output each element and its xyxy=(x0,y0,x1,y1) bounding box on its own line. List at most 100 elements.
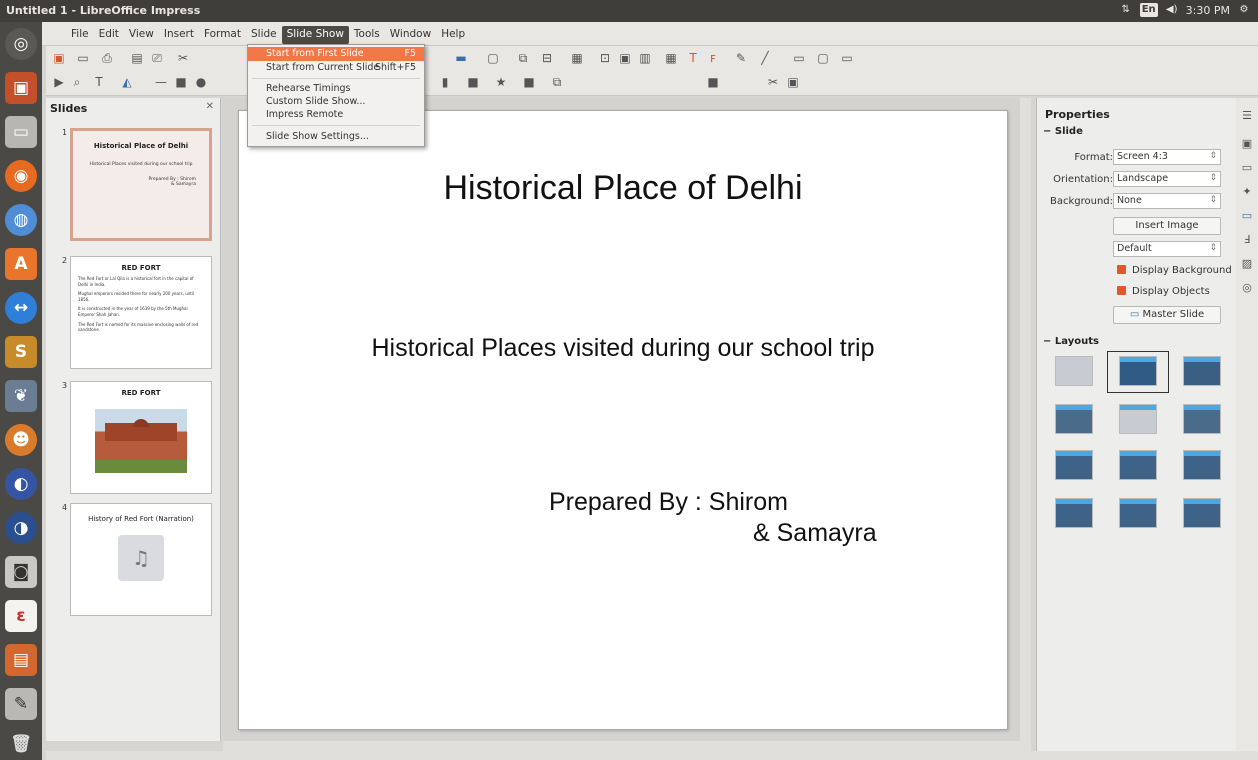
menu-item-rehearse-timings[interactable]: Rehearse Timings xyxy=(248,82,424,96)
network-icon[interactable]: ⇅ xyxy=(1120,3,1132,17)
firefox-icon[interactable]: ◉ xyxy=(5,160,37,192)
master-page-select[interactable]: Default xyxy=(1113,241,1221,257)
epoptes-icon[interactable]: ε xyxy=(5,600,37,632)
comment-icon[interactable]: ▭ xyxy=(840,51,854,65)
dash-home-icon[interactable]: ◎ xyxy=(5,28,37,60)
insert-image-button[interactable]: Insert Image xyxy=(1113,217,1221,235)
menu-window[interactable]: Window xyxy=(385,26,436,44)
text-editor-icon[interactable]: ✎ xyxy=(5,688,37,720)
chromium-icon[interactable]: ◍ xyxy=(5,204,37,236)
duplicate-slide-icon[interactable]: ⧉ xyxy=(516,51,530,65)
insert-image-icon[interactable]: ⊡ xyxy=(598,51,612,65)
marble-icon[interactable]: ◐ xyxy=(5,468,37,500)
display-objects-checkbox[interactable]: Display Objects xyxy=(1117,286,1210,297)
ellipse-icon[interactable]: ● xyxy=(194,75,208,89)
layout-title-slide[interactable] xyxy=(1119,356,1157,386)
volume-icon[interactable]: ◀) xyxy=(1166,3,1178,17)
orientation-select[interactable]: Landscape xyxy=(1113,171,1221,187)
save-icon[interactable]: ⎙ xyxy=(100,51,114,65)
print-icon[interactable]: ⎚ xyxy=(150,51,164,65)
menu-insert[interactable]: Insert xyxy=(159,26,199,44)
layout-6-content[interactable] xyxy=(1183,498,1221,528)
files-icon[interactable]: ▭ xyxy=(5,116,37,148)
master-slide-button[interactable]: ▭ Master Slide xyxy=(1113,306,1221,324)
animation-icon[interactable]: ✦ xyxy=(1241,186,1253,198)
new-icon[interactable]: ▣ xyxy=(52,51,66,65)
pen-icon[interactable]: ✎ xyxy=(734,51,748,65)
menu-view[interactable]: View xyxy=(124,26,159,44)
impress-launcher-icon[interactable]: ▣ xyxy=(5,72,37,104)
navigator-icon[interactable]: ◎ xyxy=(1241,282,1253,294)
layout-title-2-content[interactable] xyxy=(1055,404,1093,434)
menu-item-custom-slide-show[interactable]: Custom Slide Show... xyxy=(248,95,424,109)
trash-icon[interactable]: 🗑 xyxy=(5,728,37,760)
slide-prepared-by-2[interactable]: & Samayra xyxy=(753,519,877,548)
layout-content-2-content[interactable] xyxy=(1119,450,1157,480)
shadow-icon[interactable]: ■ xyxy=(706,75,720,89)
styles-icon[interactable]: Ⅎ xyxy=(1241,234,1253,246)
rectangle-icon[interactable]: ■ xyxy=(174,75,188,89)
horizontal-scrollbar[interactable] xyxy=(223,741,1031,751)
crop-icon[interactable]: ✂ xyxy=(766,75,780,89)
slide-thumbnail-2[interactable]: RED FORT The Red Fort or Lal Qila is a h… xyxy=(70,256,212,369)
keyboard-language-icon[interactable]: En xyxy=(1139,3,1158,17)
layout-title-only[interactable] xyxy=(1119,404,1157,434)
slide-subtitle[interactable]: Historical Places visited during our sch… xyxy=(239,334,1007,363)
gallery-icon[interactable]: ▨ xyxy=(1241,258,1253,270)
flowchart-icon[interactable]: ▮ xyxy=(438,75,452,89)
3d-objects-icon[interactable]: ■ xyxy=(522,75,536,89)
fontwork-icon[interactable]: ꜰ xyxy=(706,51,720,65)
insert-slide-icon[interactable]: ▢ xyxy=(486,51,500,65)
slide-thumbnail-1[interactable]: Historical Place of Delhi Historical Pla… xyxy=(70,128,212,241)
settings-gear-icon[interactable]: ⚙ xyxy=(1238,3,1250,17)
select-icon[interactable]: ▶ xyxy=(52,75,66,89)
line-icon[interactable]: — xyxy=(154,75,168,89)
export-pdf-icon[interactable]: ▤ xyxy=(130,51,144,65)
stars-icon[interactable]: ★ xyxy=(494,75,508,89)
delete-slide-icon[interactable]: ⊟ xyxy=(540,51,554,65)
menu-item-slide-show-settings[interactable]: Slide Show Settings... xyxy=(248,130,424,144)
scratch-cat-icon[interactable]: ☻ xyxy=(5,424,37,456)
layout-centered-text[interactable] xyxy=(1183,404,1221,434)
callout-icon[interactable]: ▭ xyxy=(792,51,806,65)
layout-2-content-over[interactable] xyxy=(1183,450,1221,480)
format-select[interactable]: Screen 4:3 xyxy=(1113,149,1221,165)
teamviewer-icon[interactable]: ↔ xyxy=(5,292,37,324)
sidebar-menu-icon[interactable]: ☰ xyxy=(1241,110,1253,122)
display-background-checkbox[interactable]: Display Background xyxy=(1117,265,1232,276)
menu-item-start-first-slide[interactable]: Start from First Slide F5 xyxy=(248,47,424,61)
layout-2-content-content[interactable] xyxy=(1055,450,1093,480)
transformations-icon[interactable]: ⧉ xyxy=(550,75,564,89)
layout-title-content[interactable] xyxy=(1183,356,1221,386)
callout-shapes-icon[interactable]: ■ xyxy=(466,75,480,89)
scratch-icon[interactable]: S xyxy=(5,336,37,368)
layouts-section-header[interactable]: − Layouts xyxy=(1043,336,1099,347)
background-select[interactable]: None xyxy=(1113,193,1221,209)
slide-transition-icon[interactable]: ▭ xyxy=(1241,162,1253,174)
filter-icon[interactable]: ▣ xyxy=(786,75,800,89)
menu-slide[interactable]: Slide xyxy=(246,26,282,44)
menu-file[interactable]: File xyxy=(66,26,94,44)
zoom-icon[interactable]: ⌕ xyxy=(70,75,84,89)
chart-icon[interactable]: ▥ xyxy=(638,51,652,65)
master-slides-icon[interactable]: ▭ xyxy=(1241,210,1253,222)
menu-help[interactable]: Help xyxy=(436,26,470,44)
clock[interactable]: 3:30 PM xyxy=(1186,4,1230,17)
globe-icon[interactable]: ◑ xyxy=(5,512,37,544)
presentation-icon[interactable]: ▤ xyxy=(5,644,37,676)
slide-title[interactable]: Historical Place of Delhi xyxy=(239,169,1007,208)
camera-icon[interactable]: ◙ xyxy=(5,556,37,588)
text-icon[interactable]: T xyxy=(92,75,106,89)
menu-edit[interactable]: Edit xyxy=(94,26,124,44)
menu-slide-show[interactable]: Slide Show xyxy=(281,26,349,44)
slide-section-header[interactable]: − Slide xyxy=(1043,126,1083,137)
layout-content-over[interactable] xyxy=(1055,498,1093,528)
kturtle-icon[interactable]: ❦ xyxy=(5,380,37,412)
slide-thumbnail-3[interactable]: RED FORT xyxy=(70,381,212,494)
menu-tools[interactable]: Tools xyxy=(349,26,385,44)
table-icon[interactable]: ▦ xyxy=(664,51,678,65)
open-icon[interactable]: ▭ xyxy=(76,51,90,65)
menu-format[interactable]: Format xyxy=(199,26,246,44)
shape-icon[interactable]: ▢ xyxy=(816,51,830,65)
layout-4-content[interactable] xyxy=(1119,498,1157,528)
